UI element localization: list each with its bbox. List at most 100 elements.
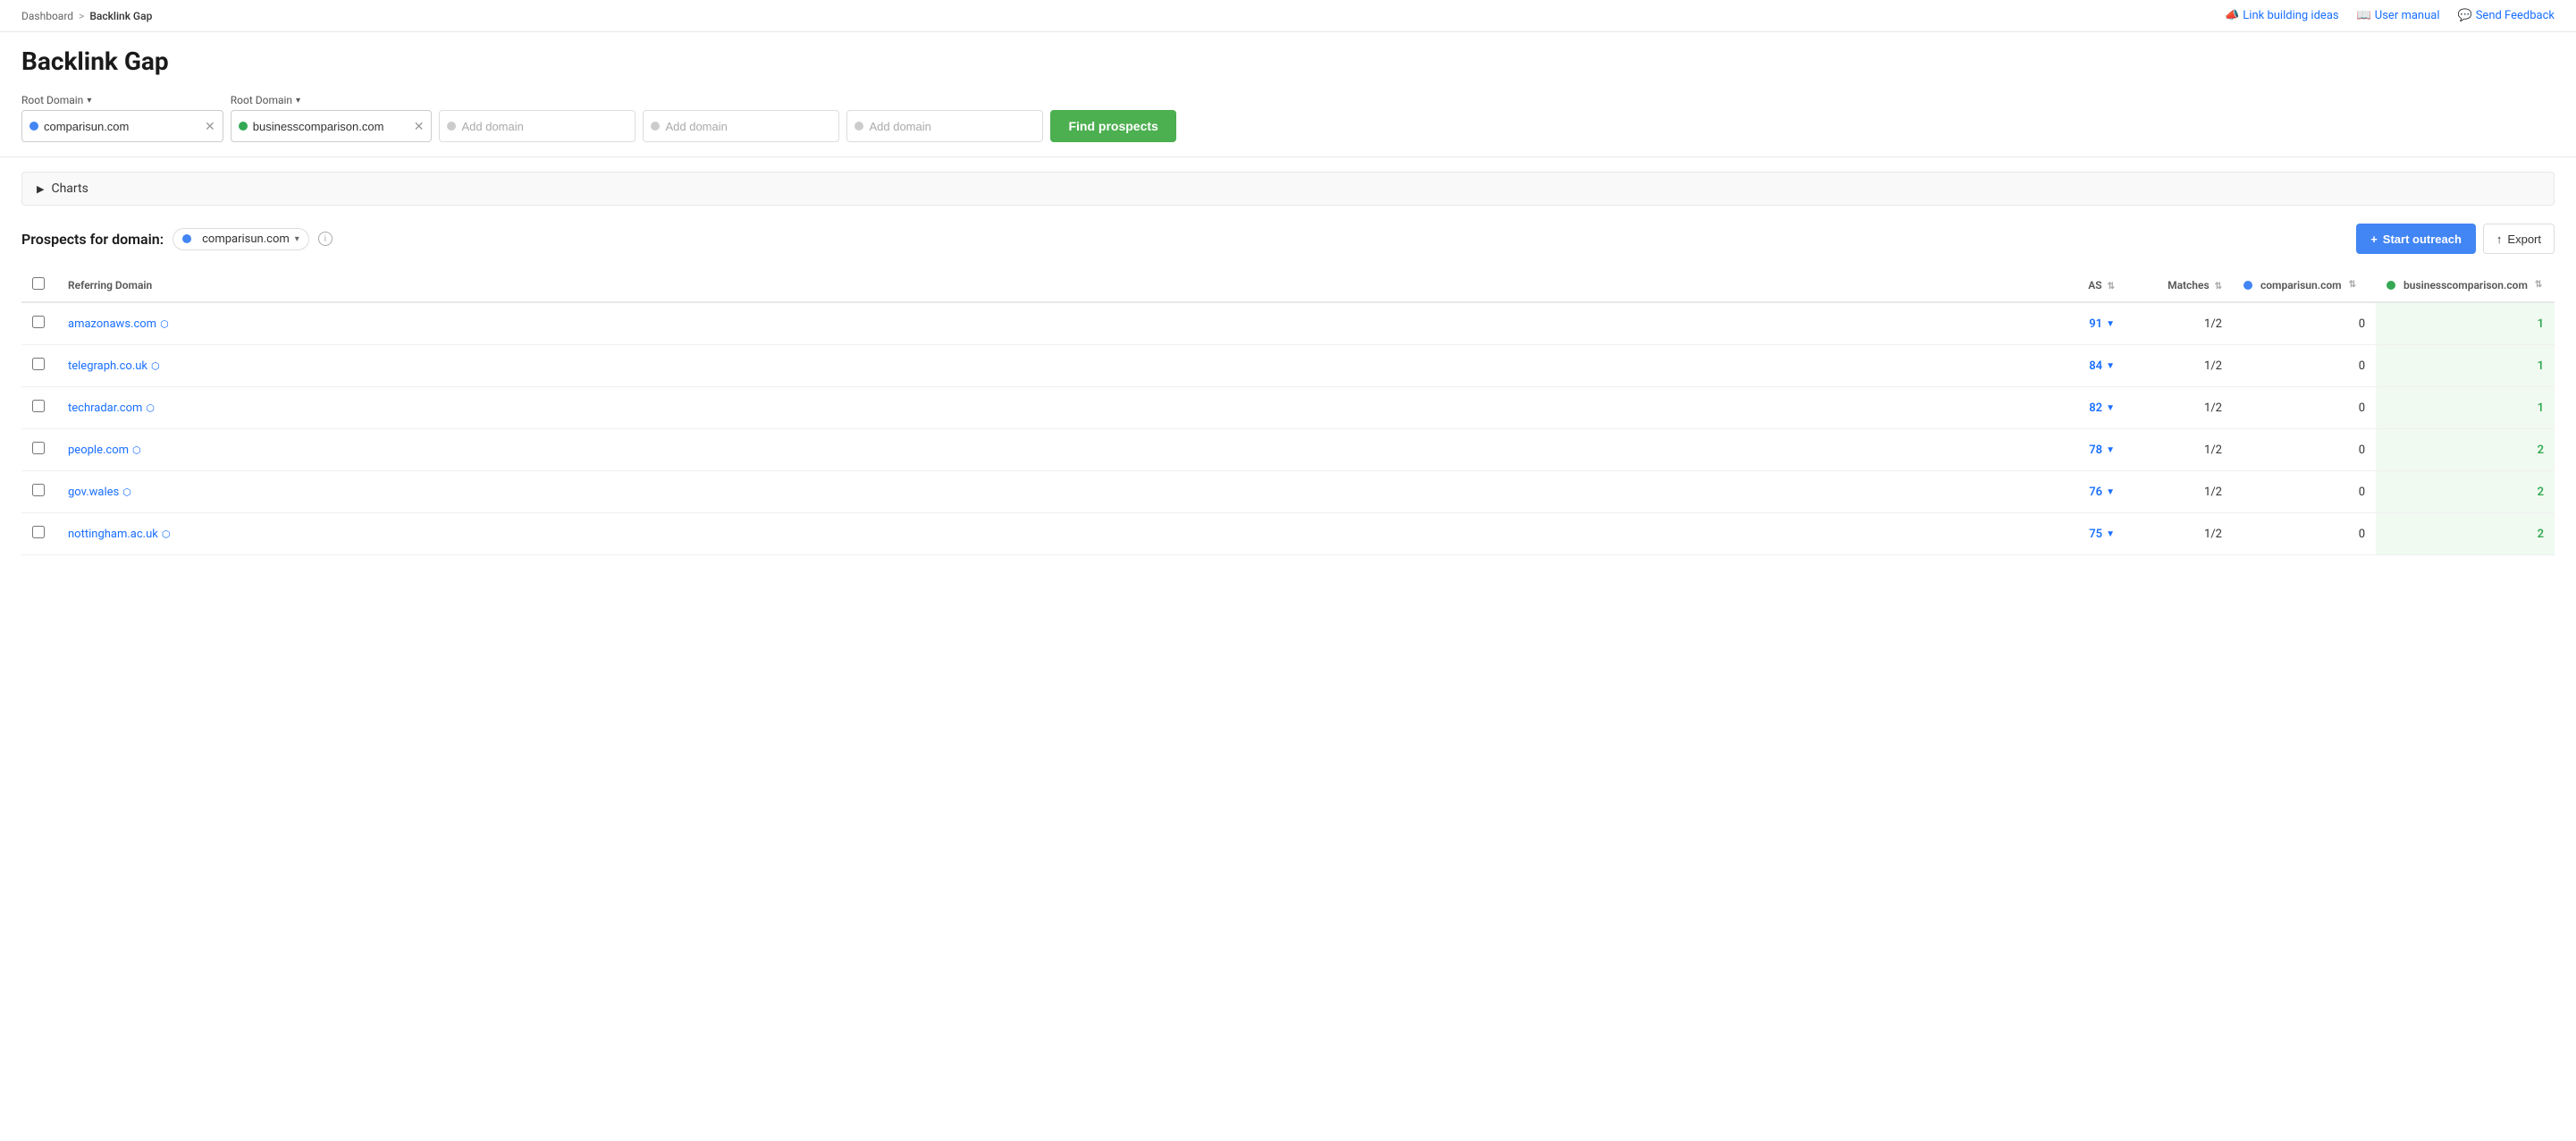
info-icon[interactable]: i [318, 232, 333, 246]
row-matches-cell: 1/2 [2126, 302, 2233, 345]
domain-field-4 [643, 110, 839, 142]
row-checkbox-5[interactable] [32, 526, 45, 538]
row-comparisun-cell: 0 [2233, 302, 2376, 345]
user-manual-link[interactable]: 📖 User manual [2357, 9, 2440, 22]
row-domain-cell: gov.wales ⬡ [57, 471, 2018, 513]
export-label: Export [2507, 232, 2541, 246]
domain-input-5[interactable] [869, 120, 1035, 133]
row-comparisun-cell: 0 [2233, 345, 2376, 387]
chevron-down-icon-selector: ▾ [295, 234, 299, 244]
matches-value: 1/2 [2204, 317, 2222, 331]
domain-input-3[interactable] [461, 120, 627, 133]
clear-domain-1-button[interactable]: ✕ [201, 120, 215, 132]
external-link-icon: ⬡ [132, 444, 141, 456]
page-title: Backlink Gap [21, 46, 2555, 76]
send-feedback-link[interactable]: 💬 Send Feedback [2458, 9, 2555, 22]
external-link-icon: ⬡ [160, 318, 169, 330]
row-as-cell: 84 ▼ [2018, 345, 2126, 387]
sort-as-icon[interactable]: ⇅ [2108, 282, 2115, 292]
as-arrow-icon: ▼ [2106, 403, 2115, 413]
col-header-matches: Matches ⇅ [2126, 268, 2233, 302]
prospects-section: Prospects for domain: comparisun.com ▾ i… [0, 206, 2576, 555]
sort-matches-icon[interactable]: ⇅ [2215, 282, 2222, 292]
domain-label-1: Root Domain ▾ [21, 94, 223, 106]
row-domain-cell: people.com ⬡ [57, 429, 2018, 471]
clear-domain-2-button[interactable]: ✕ [410, 120, 425, 132]
domain-selector-dropdown[interactable]: comparisun.com ▾ [173, 228, 309, 250]
row-checkbox-3[interactable] [32, 442, 45, 454]
table-row: nottingham.ac.uk ⬡ 75 ▼ 1/2 0 2 [21, 513, 2555, 555]
row-businesscomp-cell: 2 [2376, 513, 2555, 555]
start-outreach-button[interactable]: + Start outreach [2356, 224, 2476, 254]
row-checkbox-4[interactable] [32, 484, 45, 496]
domain-input-2[interactable] [253, 120, 410, 133]
comparisun-value: 0 [2359, 359, 2365, 373]
domain-link[interactable]: nottingham.ac.uk ⬡ [68, 528, 2008, 541]
book-icon: 📖 [2357, 9, 2371, 22]
chevron-down-icon[interactable]: ▾ [87, 96, 91, 106]
comparisun-value: 0 [2359, 528, 2365, 541]
domain-input-1[interactable] [44, 120, 201, 133]
row-domain-cell: nottingham.ac.uk ⬡ [57, 513, 2018, 555]
row-businesscomp-cell: 1 [2376, 387, 2555, 429]
row-checkbox-2[interactable] [32, 400, 45, 412]
col-header-businesscomparison: businesscomparison.com ⇅ [2376, 268, 2555, 302]
row-comparisun-cell: 0 [2233, 471, 2376, 513]
export-button[interactable]: ↑ Export [2483, 224, 2555, 254]
breadcrumb: Dashboard > Backlink Gap [21, 10, 152, 22]
row-as-cell: 82 ▼ [2018, 387, 2126, 429]
prospects-title-area: Prospects for domain: comparisun.com ▾ i [21, 228, 333, 250]
link-building-ideas-link[interactable]: 📣 Link building ideas [2225, 9, 2339, 22]
row-matches-cell: 1/2 [2126, 387, 2233, 429]
export-icon: ↑ [2496, 232, 2503, 246]
external-link-icon: ⬡ [146, 402, 155, 414]
domain-link[interactable]: techradar.com ⬡ [68, 401, 2008, 415]
comparisun-value: 0 [2359, 401, 2365, 415]
charts-toggle[interactable]: ▶ Charts [22, 173, 2554, 205]
comparisun-col-dot [2243, 281, 2252, 290]
domain-link[interactable]: people.com ⬡ [68, 444, 2008, 457]
domain-4-dot [651, 122, 660, 131]
table-header-row: Referring Domain AS ⇅ Matches ⇅ comparis… [21, 268, 2555, 302]
sort-comparisun-icon[interactable]: ⇅ [2349, 280, 2356, 290]
charts-section: ▶ Charts [21, 172, 2555, 206]
domain-input-4-wrapper [643, 110, 839, 142]
prospects-actions: + Start outreach ↑ Export [2356, 224, 2555, 254]
start-outreach-label: Start outreach [2383, 232, 2462, 246]
row-domain-cell: amazonaws.com ⬡ [57, 302, 2018, 345]
breadcrumb-parent[interactable]: Dashboard [21, 10, 73, 22]
domain-link[interactable]: telegraph.co.uk ⬡ [68, 359, 2008, 373]
matches-value: 1/2 [2204, 359, 2222, 373]
domain-input-4[interactable] [665, 120, 831, 133]
backlink-gap-table: Referring Domain AS ⇅ Matches ⇅ comparis… [21, 268, 2555, 555]
megaphone-icon: 📣 [2225, 9, 2239, 22]
col-header-comparisun: comparisun.com ⇅ [2233, 268, 2376, 302]
sort-businesscomp-icon[interactable]: ⇅ [2535, 280, 2542, 290]
businesscomp-value: 2 [2538, 444, 2544, 457]
breadcrumb-current: Backlink Gap [89, 10, 152, 22]
domain-label-2: Root Domain ▾ [231, 94, 433, 106]
matches-value: 1/2 [2204, 444, 2222, 457]
businesscomp-value: 1 [2538, 359, 2544, 373]
select-all-checkbox[interactable] [32, 277, 45, 290]
row-checkbox-1[interactable] [32, 358, 45, 370]
domain-link[interactable]: amazonaws.com ⬡ [68, 317, 2008, 331]
chevron-down-icon-2[interactable]: ▾ [296, 96, 300, 106]
domain-link[interactable]: gov.wales ⬡ [68, 486, 2008, 499]
domain-input-5-wrapper [846, 110, 1043, 142]
as-arrow-icon: ▼ [2106, 361, 2115, 371]
comparisun-value: 0 [2359, 317, 2365, 331]
row-checkbox-0[interactable] [32, 316, 45, 328]
find-prospects-button[interactable]: Find prospects [1050, 110, 1175, 142]
as-number: 91 [2089, 317, 2102, 331]
external-link-icon: ⬡ [122, 486, 131, 498]
prospects-label: Prospects for domain: [21, 231, 164, 248]
as-number: 82 [2089, 401, 2102, 415]
table-body: amazonaws.com ⬡ 91 ▼ 1/2 0 1 telegraph.c… [21, 302, 2555, 555]
domain-field-3 [439, 110, 636, 142]
as-number: 84 [2089, 359, 2102, 373]
charts-label: Charts [51, 182, 88, 196]
row-as-cell: 76 ▼ [2018, 471, 2126, 513]
selected-domain-text: comparisun.com [202, 232, 290, 246]
row-as-cell: 78 ▼ [2018, 429, 2126, 471]
